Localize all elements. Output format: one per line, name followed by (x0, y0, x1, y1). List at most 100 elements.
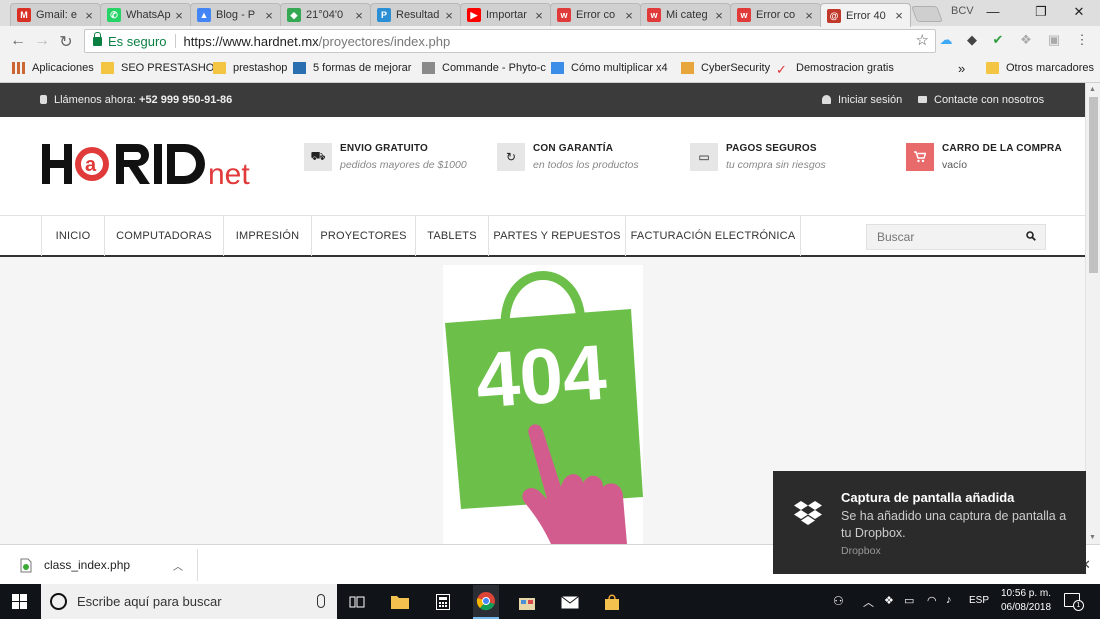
store-icon[interactable] (516, 591, 538, 613)
dropbox-extension-icon[interactable]: ❖ (1018, 32, 1034, 48)
download-item[interactable]: class_index.php ︿ (10, 549, 198, 581)
gmail-icon: M (17, 8, 31, 22)
close-tab-icon[interactable]: × (712, 8, 726, 23)
close-tab-icon[interactable]: × (352, 8, 366, 23)
youtube-icon: ▶ (467, 8, 481, 22)
nav-item[interactable]: PROYECTORES (311, 216, 415, 256)
browser-tab[interactable]: ▶ Importar × (460, 3, 551, 26)
bookmark-item[interactable]: ✓ Demostracion gratis (776, 62, 894, 77)
bookmark-star-icon[interactable]: ☆ (916, 31, 929, 49)
prestashop-icon: P (377, 8, 391, 22)
browser-tab[interactable]: ◆ 21°04'0 × (280, 3, 371, 26)
page-scrollbar[interactable]: ▲ ▼ (1085, 83, 1100, 544)
chrome-taskbar-icon[interactable] (473, 585, 499, 619)
contact-label: Contacte con nosotros (934, 94, 1045, 106)
bookmark-item[interactable]: Aplicaciones (12, 62, 94, 74)
main-nav: INICIOCOMPUTADORASIMPRESIÓNPROYECTORESTA… (0, 215, 1085, 257)
other-bookmarks[interactable]: Otros marcadores (986, 62, 1094, 74)
scroll-down-icon[interactable]: ▼ (1089, 534, 1096, 541)
nav-item[interactable]: IMPRESIÓN (223, 216, 311, 256)
image-extension-icon[interactable]: ▣ (1046, 32, 1062, 48)
browser-tab[interactable]: @ Error 40 × (820, 3, 911, 27)
feature-title: CON GARANTÍA (533, 143, 614, 154)
bookmark-item[interactable]: SEO PRESTASHOP (101, 62, 222, 74)
close-window-icon[interactable]: ✕ (1064, 4, 1094, 20)
address-bar[interactable]: Es seguro https://www.hardnet.mx/proyect… (84, 29, 936, 53)
microphone-icon[interactable] (317, 594, 325, 608)
close-tab-icon[interactable]: × (262, 8, 276, 23)
evernote-extension-icon[interactable]: ◆ (964, 32, 980, 48)
secure-indicator[interactable]: Es seguro (93, 31, 167, 49)
contact-link[interactable]: Contacte con nosotros (918, 94, 1044, 106)
back-arrow-icon[interactable]: ← (8, 32, 28, 50)
url-host: https://www.hardnet.mx (183, 33, 319, 49)
browser-tab[interactable]: ✆ WhatsAp × (100, 3, 191, 26)
login-link[interactable]: Iniciar sesión (822, 94, 902, 106)
action-center-icon[interactable]: 1 (1064, 593, 1084, 611)
tab-title: Gmail: e (36, 9, 77, 21)
browser-tab[interactable]: w Mi categ × (640, 3, 731, 26)
dropbox-tray-icon[interactable]: ❖ (884, 594, 894, 607)
taskbar-search[interactable]: Escribe aquí para buscar (41, 584, 337, 619)
tray-overflow-icon[interactable]: ︿ (863, 594, 874, 610)
mail-icon[interactable] (559, 591, 581, 613)
maximize-icon[interactable]: ❐ (1026, 4, 1056, 20)
close-tab-icon[interactable]: × (82, 8, 96, 23)
dropbox-notification[interactable]: Captura de pantalla añadida Se ha añadid… (773, 471, 1086, 574)
close-tab-icon[interactable]: × (442, 8, 456, 23)
nav-item[interactable]: COMPUTADORAS (104, 216, 223, 256)
file-explorer-icon[interactable] (389, 591, 411, 613)
browser-tab[interactable]: w Error co × (730, 3, 821, 26)
browser-tab[interactable]: ▲ Blog - P × (190, 3, 281, 26)
bookmark-item[interactable]: CyberSecurity (681, 62, 770, 74)
browser-tab[interactable]: P Resultad × (370, 3, 461, 26)
check-icon: ✓ (776, 62, 787, 77)
bookmark-label: 5 formas de mejorar (313, 62, 412, 74)
page-icon (422, 62, 435, 74)
chevron-up-icon[interactable]: ︿ (173, 558, 183, 573)
search-icon[interactable] (1026, 231, 1036, 241)
bookmark-item[interactable]: prestashop (213, 62, 287, 74)
close-tab-icon[interactable]: × (892, 8, 906, 23)
bookmarks-overflow-icon[interactable]: » (958, 61, 965, 76)
windows-start-icon[interactable] (12, 594, 27, 609)
close-tab-icon[interactable]: × (172, 8, 186, 23)
bookmark-item[interactable]: Commande - Phyto-c (422, 62, 546, 74)
scroll-up-icon[interactable]: ▲ (1089, 86, 1096, 93)
nav-item[interactable]: FACTURACIÓN ELECTRÓNICA (625, 216, 801, 256)
phone-prefix: Llámenos ahora: (54, 94, 136, 106)
profile-label[interactable]: BCV (951, 5, 974, 17)
check-extension-icon[interactable]: ✔ (990, 32, 1006, 48)
people-icon[interactable]: ⚇ (833, 594, 844, 608)
shopping-cart[interactable]: CARRO DE LA COMPRA vacío (906, 143, 1062, 171)
minimize-icon[interactable]: — (978, 4, 1008, 19)
search-input[interactable] (867, 225, 1017, 249)
wifi-icon[interactable]: ◠ (927, 594, 937, 607)
reload-icon[interactable]: ↻ (56, 32, 76, 52)
language-indicator[interactable]: ESP (969, 595, 989, 606)
task-view-icon[interactable] (346, 591, 368, 613)
scrollbar-thumb[interactable] (1089, 97, 1098, 273)
system-clock[interactable]: 10:56 p. m. 06/08/2018 (996, 587, 1056, 615)
browser-tab[interactable]: M Gmail: e × (10, 3, 101, 26)
tab-title: Error co (576, 9, 616, 21)
close-tab-icon[interactable]: × (802, 8, 816, 23)
cloud-extension-icon[interactable]: ☁ (938, 32, 954, 48)
nav-item[interactable]: INICIO (41, 216, 104, 256)
battery-icon[interactable]: ▭ (904, 594, 914, 607)
bookmark-item[interactable]: Cómo multiplicar x4 (551, 62, 668, 74)
shopping-bag-taskbar-icon[interactable] (601, 591, 623, 613)
calculator-icon[interactable] (432, 591, 454, 613)
browser-menu-icon[interactable]: ⋮ (1074, 32, 1090, 48)
nav-item[interactable]: PARTES Y REPUESTOS (488, 216, 625, 256)
forward-arrow-icon[interactable]: → (32, 32, 52, 50)
bookmark-item[interactable]: 5 formas de mejorar (293, 62, 411, 74)
nav-item[interactable]: TABLETS (415, 216, 488, 256)
close-tab-icon[interactable]: × (532, 8, 546, 23)
new-tab-button[interactable] (911, 6, 943, 22)
hardnet-logo[interactable]: a net (40, 140, 268, 188)
clock-time: 10:56 p. m. (1000, 588, 1052, 599)
volume-icon[interactable]: ♪ (946, 594, 952, 606)
close-tab-icon[interactable]: × (622, 8, 636, 23)
browser-tab[interactable]: w Error co × (550, 3, 641, 26)
